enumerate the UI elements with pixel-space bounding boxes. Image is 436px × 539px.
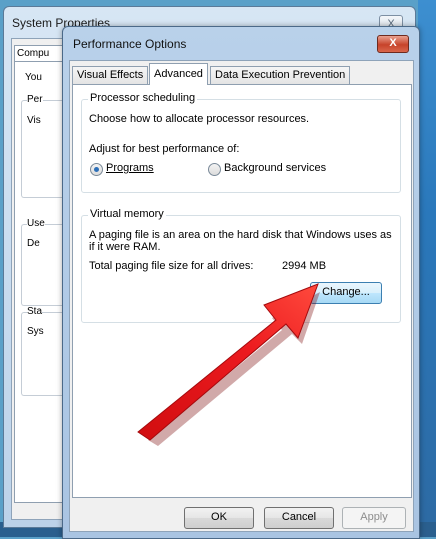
change-button[interactable]: Change...	[310, 282, 382, 304]
apply-button[interactable]: Apply	[342, 507, 406, 529]
total-paging-label: Total paging file size for all drives:	[89, 260, 254, 272]
startup-recovery-group-label: Sta	[27, 306, 43, 317]
virtual-memory-group: Virtual memory A paging file is an area …	[81, 208, 401, 323]
advanced-tab-panel: Processor scheduling Choose how to alloc…	[72, 84, 412, 498]
background-services-radio[interactable]	[208, 163, 221, 176]
virtual-memory-label: Virtual memory	[88, 208, 166, 220]
user-profiles-group-label: Use	[27, 218, 45, 229]
performance-options-title: Performance Options	[73, 37, 187, 51]
performance-options-body: Visual Effects Advanced Data Execution P…	[69, 60, 414, 532]
performance-group-label: Per	[27, 94, 43, 105]
user-profiles-group-text: De	[27, 238, 40, 249]
desktop: System Properties X Compu You Per Vis Us…	[0, 0, 436, 539]
tab-visual-effects[interactable]: Visual Effects	[72, 66, 149, 84]
virtual-memory-description-line2: if it were RAM.	[89, 241, 161, 253]
performance-options-close-button[interactable]: X	[377, 35, 409, 53]
programs-radio-label[interactable]: Programs	[106, 162, 154, 174]
processor-scheduling-label: Processor scheduling	[88, 92, 198, 104]
ok-button[interactable]: OK	[184, 507, 254, 529]
cancel-button[interactable]: Cancel	[264, 507, 334, 529]
admin-note: You	[25, 72, 42, 83]
programs-radio[interactable]	[90, 163, 103, 176]
startup-recovery-group-text: Sys	[27, 326, 44, 337]
virtual-memory-description-line1: A paging file is an area on the hard dis…	[89, 229, 392, 241]
tab-data-execution-prevention[interactable]: Data Execution Prevention	[210, 66, 351, 84]
processor-scheduling-description: Choose how to allocate processor resourc…	[89, 113, 310, 125]
total-paging-value: 2994 MB	[282, 260, 327, 272]
performance-options-dialog: Performance Options X Visual Effects Adv…	[62, 26, 420, 539]
adjust-for-label: Adjust for best performance of:	[89, 143, 240, 155]
tab-advanced[interactable]: Advanced	[149, 63, 208, 85]
processor-scheduling-group: Processor scheduling Choose how to alloc…	[81, 92, 401, 193]
performance-group-text: Vis	[27, 115, 41, 126]
desktop-background	[418, 0, 436, 537]
background-services-radio-label[interactable]: Background services	[224, 162, 326, 174]
